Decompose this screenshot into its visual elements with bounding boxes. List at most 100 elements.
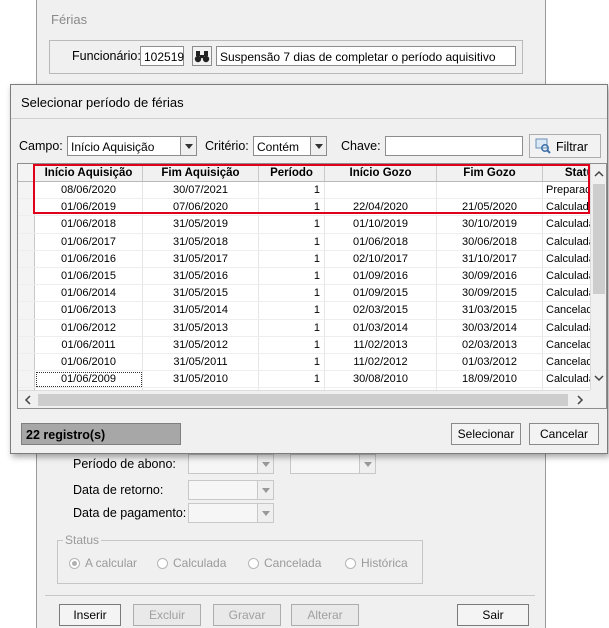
table-row[interactable]: 01/06/2010 31/05/2011 1 11/02/2012 01/03/201… [18,353,603,372]
cell-inicio-gozo[interactable]: 01/09/2015 [324,284,437,303]
status-radio-cancelada[interactable] [248,558,259,569]
cell-fim-aquisicao[interactable]: 31/05/2014 [142,301,259,320]
cell-fim-aquisicao[interactable]: 31/05/2018 [142,233,259,251]
cell-inicio-aquisicao[interactable]: 01/06/2018 [34,215,143,234]
cell-fim-aquisicao[interactable]: 31/05/2016 [142,267,259,286]
periodo-abono-end-combo[interactable] [290,454,376,474]
button-bar-divider [45,595,535,596]
cell-fim-aquisicao[interactable]: 31/05/2011 [142,353,259,372]
gravar-button[interactable]: Gravar [213,604,281,626]
periodo-abono-start-combo[interactable] [188,454,274,474]
table-row[interactable]: 01/06/2017 31/05/2018 1 01/06/2018 30/06/201… [18,233,603,251]
cell-fim-gozo[interactable]: 30/10/2019 [436,215,543,234]
cell-inicio-gozo[interactable]: 01/10/2019 [324,215,437,234]
cell-inicio-aquisicao[interactable]: 01/06/2015 [34,267,143,286]
excluir-button[interactable]: Excluir [133,604,201,626]
cell-inicio-aquisicao[interactable]: 01/06/2013 [34,301,143,320]
cell-inicio-aquisicao[interactable]: 01/06/2017 [34,233,143,251]
row-indicator[interactable] [18,370,35,389]
cell-periodo[interactable]: 1 [258,301,325,320]
cell-periodo[interactable]: 1 [258,215,325,234]
cell-periodo[interactable]: 1 [258,370,325,389]
status-radio-calculada[interactable] [157,558,168,569]
table-row[interactable]: 01/06/2013 31/05/2014 1 02/03/2015 31/03/201… [18,301,603,320]
cell-fim-gozo[interactable]: 31/03/2015 [436,301,543,320]
row-indicator[interactable] [18,233,35,251]
data-retorno-label: Data de retorno: [73,483,164,497]
cell-inicio-gozo[interactable]: 01/09/2016 [324,267,437,286]
status-radio-a-calcular[interactable] [69,558,80,569]
cell-fim-gozo[interactable]: 30/09/2015 [436,284,543,303]
table-row[interactable]: 01/06/2016 31/05/2017 1 02/10/2017 31/10/201… [18,250,603,268]
vertical-scroll-thumb[interactable] [593,184,605,294]
cell-periodo[interactable]: 1 [258,319,325,337]
scrollbar-corner [590,390,606,408]
cell-inicio-aquisicao[interactable]: 01/06/2010 [34,353,143,372]
cell-inicio-aquisicao[interactable]: 01/06/2009 [34,370,143,389]
alterar-button[interactable]: Alterar [291,604,359,626]
vertical-scrollbar[interactable] [590,164,606,390]
cell-fim-gozo[interactable]: 01/03/2012 [436,353,543,372]
table-row[interactable]: 01/06/2015 31/05/2016 1 01/09/2016 30/09/201… [18,267,603,286]
binoculars-search-button[interactable] [192,46,212,66]
sair-button[interactable]: Sair [457,604,529,626]
cell-fim-gozo[interactable]: 30/06/2018 [436,233,543,251]
cell-fim-gozo[interactable]: 30/03/2014 [436,319,543,337]
cell-periodo[interactable]: 1 [258,336,325,354]
row-indicator[interactable] [18,250,35,268]
cell-fim-aquisicao[interactable]: 31/05/2010 [142,370,259,389]
data-pagamento-field[interactable] [188,503,274,523]
cell-inicio-gozo[interactable]: 02/03/2015 [324,301,437,320]
cell-periodo[interactable]: 1 [258,233,325,251]
selecionar-button[interactable]: Selecionar [451,423,521,445]
cell-fim-gozo[interactable]: 02/03/2013 [436,336,543,354]
table-row[interactable]: 01/06/2011 31/05/2012 1 11/02/2013 02/03/201… [18,336,603,354]
status-radio-historica[interactable] [345,558,356,569]
cell-inicio-aquisicao[interactable]: 01/06/2012 [34,319,143,337]
cell-fim-aquisicao[interactable]: 31/05/2013 [142,319,259,337]
funcionario-code-field[interactable]: 102519 [140,46,184,66]
row-indicator[interactable] [18,319,35,337]
cell-inicio-gozo[interactable]: 01/03/2014 [324,319,437,337]
filtrar-button[interactable]: Filtrar [529,134,601,158]
cell-inicio-gozo[interactable]: 01/06/2018 [324,233,437,251]
row-indicator[interactable] [18,267,35,286]
row-indicator[interactable] [18,284,35,303]
scroll-left-icon [24,395,31,405]
row-indicator[interactable] [18,301,35,320]
cell-periodo[interactable]: 1 [258,353,325,372]
cell-periodo[interactable]: 1 [258,267,325,286]
cell-fim-aquisicao[interactable]: 31/05/2017 [142,250,259,268]
cell-fim-gozo[interactable]: 18/09/2010 [436,370,543,389]
table-row[interactable]: 01/06/2009 31/05/2010 1 30/08/2010 18/09/201… [18,370,603,389]
cell-inicio-aquisicao[interactable]: 01/06/2011 [34,336,143,354]
horizontal-scrollbar[interactable] [18,390,590,408]
cell-inicio-aquisicao[interactable]: 01/06/2014 [34,284,143,303]
row-indicator[interactable] [18,215,35,234]
cell-inicio-gozo[interactable]: 02/10/2017 [324,250,437,268]
data-retorno-field[interactable] [188,480,274,500]
cell-fim-aquisicao[interactable]: 31/05/2012 [142,336,259,354]
cell-periodo[interactable]: 1 [258,284,325,303]
row-indicator[interactable] [18,336,35,354]
campo-select[interactable]: Início Aquisição [67,136,197,156]
cell-inicio-gozo[interactable]: 30/08/2010 [324,370,437,389]
cell-fim-aquisicao[interactable]: 31/05/2015 [142,284,259,303]
criterio-label: Critério: [205,139,249,153]
row-indicator[interactable] [18,353,35,372]
cell-periodo[interactable]: 1 [258,250,325,268]
cell-fim-gozo[interactable]: 30/09/2016 [436,267,543,286]
horizontal-scroll-thumb[interactable] [38,394,568,406]
cell-inicio-aquisicao[interactable]: 01/06/2016 [34,250,143,268]
cell-inicio-gozo[interactable]: 11/02/2013 [324,336,437,354]
cell-fim-aquisicao[interactable]: 31/05/2019 [142,215,259,234]
inserir-button[interactable]: Inserir [59,604,121,626]
table-row[interactable]: 01/06/2018 31/05/2019 1 01/10/2019 30/10/201… [18,215,603,234]
cell-inicio-gozo[interactable]: 11/02/2012 [324,353,437,372]
criterio-select[interactable]: Contém [253,136,327,156]
table-row[interactable]: 01/06/2012 31/05/2013 1 01/03/2014 30/03/201… [18,319,603,337]
chave-input[interactable] [385,136,523,156]
table-row[interactable]: 01/06/2014 31/05/2015 1 01/09/2015 30/09/201… [18,284,603,303]
cancelar-button[interactable]: Cancelar [529,423,599,445]
cell-fim-gozo[interactable]: 31/10/2017 [436,250,543,268]
